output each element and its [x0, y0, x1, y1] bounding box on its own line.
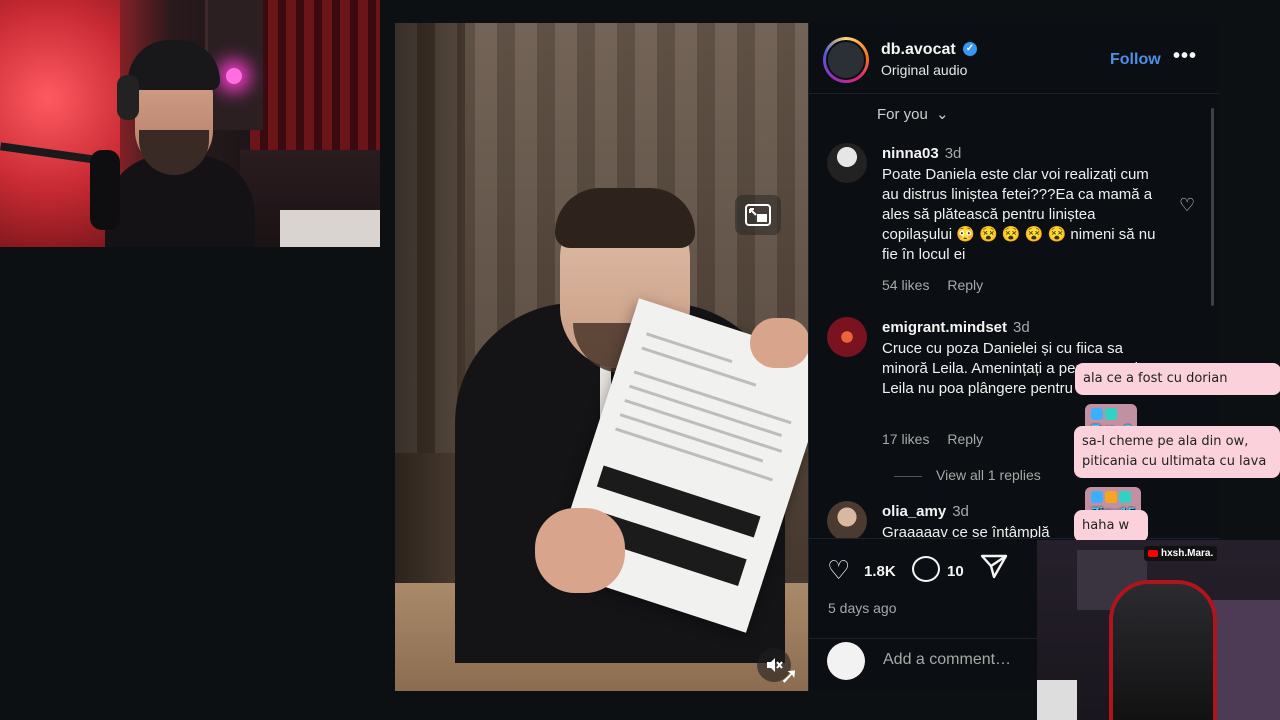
comments-count: 10	[947, 563, 964, 580]
author-avatar[interactable]	[823, 37, 869, 83]
badge-icon	[1119, 491, 1131, 504]
badge-icon	[1091, 491, 1103, 504]
chevron-down-icon: ⌄	[936, 106, 949, 123]
reel-video[interactable]: ➚	[395, 23, 808, 691]
badge-icon	[1105, 491, 1117, 504]
author-username[interactable]: db.avocat	[881, 41, 956, 59]
comment-likes[interactable]: 17 likes	[882, 431, 929, 447]
post-header: db.avocat ✓ Original audio Follow •••	[809, 23, 1219, 94]
commenter-avatar[interactable]	[827, 143, 867, 183]
chat-message: sa-l cheme pe ala din ow, piticania cu u…	[1074, 426, 1280, 478]
chat-message: ala ce a fost cu dorian	[1075, 363, 1280, 395]
audio-label[interactable]: Original audio	[881, 62, 967, 78]
commenter-avatar[interactable]	[827, 317, 867, 357]
verified-badge-icon: ✓	[963, 42, 977, 56]
chat-message: haha w	[1074, 510, 1148, 542]
badge-icon	[1105, 408, 1117, 421]
comment-sort-dropdown[interactable]: For you ⌄	[877, 105, 949, 123]
reply-button[interactable]: Reply	[947, 277, 983, 293]
reply-button[interactable]: Reply	[947, 431, 983, 447]
comment-time: 3d	[944, 145, 962, 162]
badge-icon	[1091, 408, 1103, 421]
second-webcam: hxsh.Mara.	[1037, 540, 1280, 720]
like-heart-icon[interactable]: ♡	[827, 555, 850, 586]
likes-count[interactable]: 1.8K	[864, 563, 896, 580]
comment-text: Poate Daniela este clar voi realizați cu…	[882, 166, 1156, 263]
comment-time: 3d	[952, 503, 969, 520]
youtube-icon	[1148, 549, 1158, 557]
commenter-username[interactable]: olia_amy	[882, 503, 946, 520]
comment-time: 3d	[1013, 319, 1030, 336]
view-replies-button[interactable]: View all 1 replies	[894, 467, 1041, 483]
follow-button[interactable]: Follow	[1110, 51, 1161, 69]
comment-likes[interactable]: 54 likes	[882, 277, 929, 293]
commenter-username[interactable]: ninna03	[882, 145, 939, 162]
commenter-username[interactable]: emigrant.mindset	[882, 319, 1007, 336]
commenter-avatar[interactable]	[827, 501, 867, 541]
comments-scrollbar[interactable]	[1211, 108, 1214, 306]
current-user-avatar	[827, 642, 865, 680]
sort-label: For you	[877, 106, 928, 123]
comment-input[interactable]: Add a comment…	[883, 651, 1011, 669]
mouse-cursor-icon: ➚	[780, 663, 799, 688]
share-icon[interactable]	[980, 553, 1008, 586]
picture-in-picture-icon[interactable]	[735, 195, 781, 235]
streamer-webcam	[0, 0, 380, 247]
post-date: 5 days ago	[828, 600, 897, 616]
heart-icon[interactable]: ♡	[1179, 195, 1195, 216]
more-options-icon[interactable]: •••	[1173, 45, 1197, 68]
comment-bubble-icon[interactable]	[912, 556, 940, 582]
channel-tag: hxsh.Mara.	[1144, 546, 1218, 561]
